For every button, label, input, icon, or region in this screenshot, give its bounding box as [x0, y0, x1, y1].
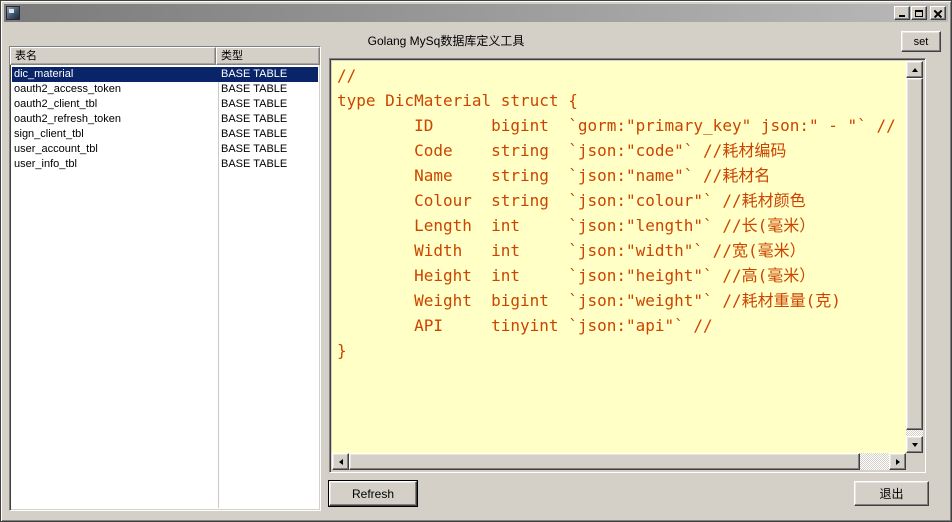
cell-table-name: oauth2_access_token — [12, 82, 218, 97]
table-row[interactable]: dic_material BASE TABLE — [12, 67, 318, 82]
arrow-left-icon — [339, 459, 343, 465]
column-header-table-name[interactable]: 表名 — [10, 47, 216, 65]
cell-table-name: user_info_tbl — [12, 157, 218, 172]
refresh-button[interactable]: Refresh — [329, 481, 417, 506]
close-button[interactable] — [930, 6, 946, 20]
maximize-icon — [915, 10, 923, 17]
cell-table-name: sign_client_tbl — [12, 127, 218, 142]
titlebar[interactable] — [4, 4, 948, 22]
arrow-right-icon — [896, 459, 900, 465]
table-row[interactable]: user_info_tbl BASE TABLE — [12, 157, 318, 172]
table-row[interactable]: oauth2_client_tbl BASE TABLE — [12, 97, 318, 112]
scrollbar-corner — [906, 453, 923, 470]
scroll-up-button[interactable] — [906, 61, 923, 78]
horizontal-scrollbar[interactable] — [332, 453, 906, 470]
tables-list: 表名 类型 dic_material BASE TABLE oauth2_acc… — [9, 46, 321, 511]
arrow-up-icon — [912, 68, 918, 72]
close-icon — [934, 10, 942, 17]
cell-table-type: BASE TABLE — [218, 142, 318, 157]
table-body: dic_material BASE TABLE oauth2_access_to… — [12, 67, 318, 508]
minimize-icon — [899, 15, 905, 17]
scroll-down-button[interactable] — [906, 436, 923, 453]
code-viewport: // type DicMaterial struct { ID bigint `… — [332, 61, 906, 453]
scroll-right-button[interactable] — [889, 453, 906, 470]
maximize-button[interactable] — [911, 6, 927, 20]
horizontal-scroll-thumb[interactable] — [349, 453, 860, 470]
set-button[interactable]: set — [901, 31, 941, 52]
column-header-table-type[interactable]: 类型 — [216, 47, 320, 65]
list-header: 表名 类型 — [10, 47, 320, 65]
table-row[interactable]: sign_client_tbl BASE TABLE — [12, 127, 318, 142]
cell-table-type: BASE TABLE — [218, 97, 318, 112]
vertical-scroll-thumb[interactable] — [906, 78, 923, 430]
cell-table-type: BASE TABLE — [218, 67, 318, 82]
code-panel: // type DicMaterial struct { ID bigint `… — [329, 58, 926, 473]
cell-table-name: oauth2_client_tbl — [12, 97, 218, 112]
cell-table-name: oauth2_refresh_token — [12, 112, 218, 127]
exit-button[interactable]: 退出 — [854, 481, 929, 506]
table-row[interactable]: oauth2_access_token BASE TABLE — [12, 82, 318, 97]
app-icon[interactable] — [6, 6, 20, 20]
vertical-scrollbar[interactable] — [906, 61, 923, 453]
cell-table-type: BASE TABLE — [218, 82, 318, 97]
app-window: Golang MySq数据库定义工具 set 表名 类型 dic_materia… — [0, 0, 952, 522]
arrow-down-icon — [912, 443, 918, 447]
cell-table-type: BASE TABLE — [218, 127, 318, 142]
cell-table-type: BASE TABLE — [218, 112, 318, 127]
scroll-left-button[interactable] — [332, 453, 349, 470]
code-text[interactable]: // type DicMaterial struct { ID bigint `… — [332, 61, 906, 365]
cell-table-name: user_account_tbl — [12, 142, 218, 157]
cell-table-type: BASE TABLE — [218, 157, 318, 172]
minimize-button[interactable] — [894, 6, 910, 20]
table-row[interactable]: oauth2_refresh_token BASE TABLE — [12, 112, 318, 127]
cell-table-name: dic_material — [12, 67, 218, 82]
table-row[interactable]: user_account_tbl BASE TABLE — [12, 142, 318, 157]
